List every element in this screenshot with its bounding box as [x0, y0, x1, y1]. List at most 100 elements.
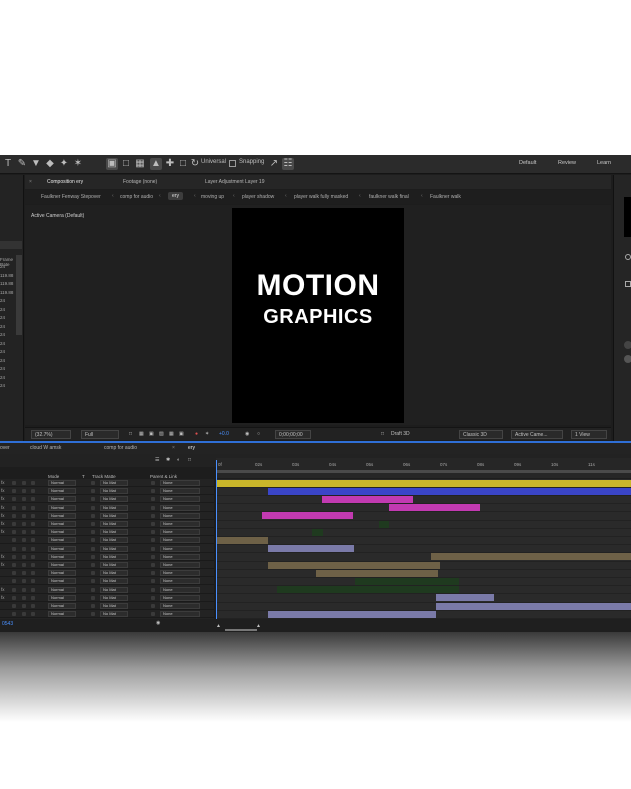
parent-pickwhip-icon[interactable] [151, 481, 155, 485]
draft3d-icon[interactable]: □ [381, 431, 384, 437]
matte-link-icon[interactable] [91, 481, 95, 485]
mode-dropdown[interactable]: Normal [48, 504, 76, 511]
matte-link-icon[interactable] [91, 530, 95, 535]
adjustment-icon[interactable] [22, 571, 26, 576]
parent-pickwhip-icon[interactable] [151, 587, 155, 592]
solo-icon[interactable] [31, 481, 35, 485]
parent-dropdown[interactable]: None [160, 496, 200, 503]
parent-pickwhip-icon[interactable] [151, 612, 155, 617]
layer-duration-bar[interactable] [268, 610, 436, 618]
knob-1[interactable] [624, 341, 631, 349]
mode-dropdown[interactable]: Normal [48, 553, 76, 560]
channel-icon[interactable]: ▣ [179, 431, 184, 437]
solo-icon[interactable] [31, 579, 35, 584]
tab-timeline-comp-for-audio[interactable]: comp for audio [104, 445, 137, 451]
solo-icon[interactable] [31, 595, 35, 600]
layer-row[interactable]: Normal No Mat None [0, 569, 214, 578]
tab-timeline-ery[interactable]: ery [188, 445, 195, 451]
effects-switch[interactable]: fx [1, 587, 5, 592]
layer-duration-bar[interactable] [316, 569, 438, 577]
motion-blur-icon[interactable]: ◐ [177, 457, 180, 463]
work-area-bar[interactable] [216, 470, 631, 473]
adjustment-icon[interactable] [22, 546, 26, 551]
adjustment-icon[interactable] [22, 497, 26, 502]
visibility-icon[interactable] [12, 604, 16, 608]
layer-duration-bar[interactable] [312, 528, 323, 536]
track-matte-dropdown[interactable]: No Mat [100, 603, 128, 609]
crumb-faulkner-walk-final[interactable]: faulkner walk final [369, 194, 409, 200]
project-item-frame-rate[interactable]: 24 [0, 298, 5, 303]
parent-pickwhip-icon[interactable] [151, 497, 155, 502]
adjustment-icon[interactable] [22, 612, 26, 617]
project-item-frame-rate[interactable]: 119.88 [0, 281, 13, 286]
effects-switch[interactable]: fx [1, 480, 5, 485]
resolution-dropdown[interactable]: Full [81, 430, 119, 439]
layer-row[interactable]: fx Normal No Mat None [0, 495, 214, 504]
mode-dropdown[interactable]: Normal [48, 603, 76, 609]
roto-brush-icon[interactable]: ✦ [58, 158, 70, 170]
visibility-icon[interactable] [12, 497, 16, 502]
track-matte-dropdown[interactable]: No Mat [100, 504, 128, 511]
solo-icon[interactable] [31, 563, 35, 567]
parent-dropdown[interactable]: None [160, 570, 200, 577]
zoom-dropdown[interactable]: (32.7%) [31, 430, 71, 439]
track-matte-dropdown[interactable]: No Mat [100, 545, 128, 552]
selection-tool-icon[interactable]: ▲ [150, 158, 162, 170]
matte-link-icon[interactable] [91, 587, 95, 592]
view-axis-icon[interactable]: ▦ [134, 158, 146, 170]
layer-row[interactable]: fx Normal No Mat None [0, 479, 214, 487]
parent-pickwhip-icon[interactable] [151, 513, 155, 518]
layer-row[interactable]: fx Normal No Mat None [0, 487, 214, 496]
adjustment-icon[interactable] [22, 522, 26, 526]
parent-dropdown[interactable]: None [160, 545, 200, 552]
mode-dropdown[interactable]: Normal [48, 594, 76, 601]
current-time-indicator[interactable] [216, 460, 217, 620]
mode-dropdown[interactable]: Normal [48, 586, 76, 593]
parent-dropdown[interactable]: None [160, 512, 200, 519]
solo-icon[interactable] [31, 513, 35, 518]
track-matte-dropdown[interactable]: No Mat [100, 529, 128, 536]
parent-pickwhip-icon[interactable] [151, 489, 155, 494]
track-matte-dropdown[interactable]: No Mat [100, 578, 128, 585]
matte-link-icon[interactable] [91, 554, 95, 559]
project-item-frame-rate[interactable]: 24 [0, 332, 5, 337]
mode-dropdown[interactable]: Normal [48, 545, 76, 552]
project-item-frame-rate[interactable]: 24 [0, 349, 5, 354]
effects-switch[interactable]: fx [1, 562, 5, 567]
mode-dropdown[interactable]: Normal [48, 488, 76, 495]
parent-dropdown[interactable]: None [160, 537, 200, 544]
effects-switch[interactable]: fx [1, 488, 5, 493]
move-tool-icon[interactable]: ✚ [164, 158, 176, 170]
parent-pickwhip-icon[interactable] [151, 604, 155, 608]
layer-duration-bar[interactable] [216, 479, 631, 487]
adjustment-icon[interactable] [22, 505, 26, 510]
layer-row[interactable]: fx Normal No Mat None [0, 561, 214, 569]
layer-duration-bar[interactable] [355, 577, 459, 585]
mode-dropdown[interactable]: Normal [48, 512, 76, 519]
visibility-icon[interactable] [12, 489, 16, 494]
parent-dropdown[interactable]: None [160, 586, 200, 593]
matte-link-icon[interactable] [91, 505, 95, 510]
layer-row[interactable]: Normal No Mat None [0, 545, 214, 553]
adjustment-icon[interactable] [22, 538, 26, 543]
parent-dropdown[interactable]: None [160, 562, 200, 568]
text-tool-icon[interactable]: T [2, 158, 14, 170]
solo-icon[interactable] [31, 554, 35, 559]
crumb-faulkner-walk[interactable]: Faulkner walk [430, 194, 461, 200]
parent-pickwhip-icon[interactable] [151, 554, 155, 559]
solo-icon[interactable] [31, 489, 35, 494]
matte-link-icon[interactable] [91, 513, 95, 518]
layer-duration-bar[interactable] [436, 602, 631, 610]
visibility-icon[interactable] [12, 522, 16, 526]
solo-icon[interactable] [31, 571, 35, 576]
effects-switch[interactable]: fx [1, 554, 5, 559]
mode-dropdown[interactable]: Normal [48, 529, 76, 536]
toggle-switches-icon[interactable]: ◉ [156, 620, 160, 626]
adjustment-icon[interactable] [22, 579, 26, 584]
layer-row[interactable]: fx Normal No Mat None [0, 594, 214, 602]
parent-pickwhip-icon[interactable] [151, 571, 155, 576]
solo-icon[interactable] [31, 546, 35, 551]
visibility-icon[interactable] [12, 554, 16, 559]
mode-dropdown[interactable]: Normal [48, 611, 76, 618]
mode-dropdown[interactable]: Normal [48, 496, 76, 503]
